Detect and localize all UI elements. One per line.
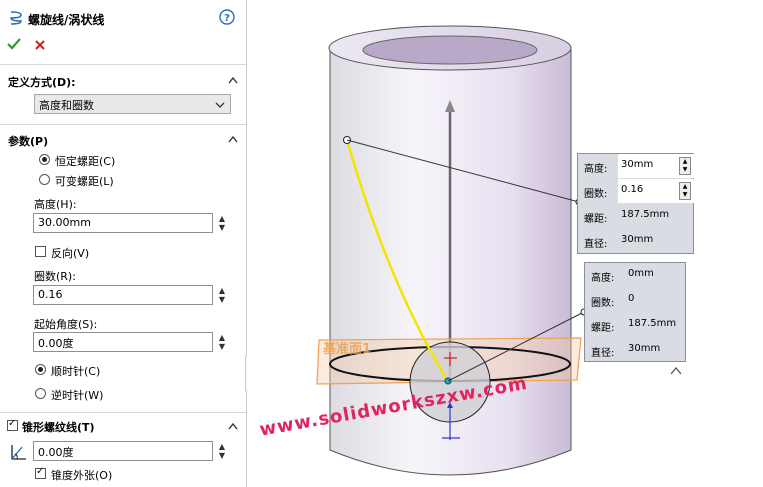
taper-outward-label: 锥度外张(O) — [51, 469, 113, 482]
height-spinner[interactable]: ▲ ▼ — [217, 214, 227, 232]
panel-title: 螺旋线/涡状线 — [28, 13, 105, 27]
constant-pitch-label: 恒定螺距(C) — [55, 155, 116, 168]
clockwise-radio[interactable] — [35, 364, 46, 375]
callout-row: 高度: 0mm — [585, 263, 685, 288]
check-icon[interactable] — [7, 38, 21, 50]
callout-label: 直径: — [584, 239, 608, 250]
reverse-checkbox[interactable] — [35, 246, 46, 257]
counterclockwise-radio[interactable] — [35, 388, 46, 399]
taper-checkbox[interactable] — [7, 418, 18, 431]
callout-label: 圈数: — [591, 298, 615, 309]
start-angle-spinner[interactable]: ▲ ▼ — [217, 333, 227, 351]
constant-pitch-radio[interactable] — [39, 154, 50, 165]
height-label: 高度(H): — [34, 198, 77, 211]
callout-row: 高度: 30mm ▲ ▼ — [578, 154, 694, 179]
helix-icon — [10, 11, 22, 25]
property-manager-panel: 螺旋线/涡状线 ? 定义方式(D): 高度和圈数 参数(P) 恒定螺距(C) 可… — [0, 0, 247, 487]
chevron-up-icon[interactable] — [670, 366, 682, 375]
chevron-up-icon[interactable] — [228, 134, 238, 144]
callout-value: 30mm — [628, 343, 661, 354]
callout-spinner[interactable]: ▲ ▼ — [679, 157, 691, 175]
callout-row: 直径: 30mm — [585, 338, 685, 363]
callout-value: 0mm — [628, 268, 654, 279]
taper-outward-checkbox[interactable] — [35, 466, 46, 479]
help-icon[interactable]: ? — [219, 9, 235, 25]
callout-row: 螺距: 187.5mm — [578, 204, 693, 229]
define-section-title[interactable]: 定义方式(D): — [8, 74, 76, 90]
start-angle-input[interactable]: 0.00度 — [33, 332, 213, 352]
callout-label: 圈数: — [584, 189, 608, 200]
taper-angle-icon — [11, 445, 26, 460]
callout-value: 187.5mm — [628, 318, 677, 329]
callout-start: 高度: 30mm ▲ ▼ 圈数: 0.16 ▲ ▼ 螺距: 187.5mm 直径: … — [577, 153, 694, 254]
chevron-up-icon[interactable] — [228, 75, 238, 85]
callout-row: 直径: 30mm — [578, 229, 693, 254]
variable-pitch-label: 可变螺距(L) — [55, 175, 114, 188]
callout-row: 圈数: 0 — [585, 288, 685, 313]
params-section-title[interactable]: 参数(P) — [8, 133, 48, 149]
define-by-select[interactable]: 高度和圈数 — [34, 94, 231, 114]
callout-spinner[interactable]: ▲ ▼ — [679, 182, 691, 200]
define-by-value: 高度和圈数 — [39, 99, 94, 112]
taper-angle-spinner[interactable]: ▲ ▼ — [217, 442, 227, 460]
variable-pitch-radio[interactable] — [39, 174, 50, 185]
callout-label: 高度: — [591, 273, 615, 284]
callout-value: 30mm — [621, 234, 654, 245]
close-icon[interactable] — [34, 39, 46, 51]
height-input[interactable]: 30.00mm — [33, 213, 213, 233]
callout-label: 高度: — [584, 164, 608, 175]
chevron-up-icon[interactable] — [228, 421, 238, 431]
callout-label: 螺距: — [591, 323, 615, 334]
callout-label: 直径: — [591, 348, 615, 359]
clockwise-label: 顺时针(C) — [51, 365, 101, 378]
taper-angle-input[interactable]: 0.00度 — [33, 441, 213, 461]
counterclockwise-label: 逆时针(W) — [51, 389, 104, 402]
callout-value: 187.5mm — [621, 209, 670, 220]
callout-label: 螺距: — [584, 214, 608, 225]
chevron-down-icon — [215, 102, 225, 108]
callout-row: 螺距: 187.5mm — [585, 313, 685, 338]
revolutions-spinner[interactable]: ▲ ▼ — [217, 286, 227, 304]
reverse-label: 反向(V) — [51, 247, 90, 260]
callout-value: 0 — [628, 293, 635, 304]
revolutions-label: 圈数(R): — [34, 270, 76, 283]
callout-row: 圈数: 0.16 ▲ ▼ — [578, 179, 694, 204]
taper-section-title[interactable]: 锥形螺纹线(T) — [22, 419, 95, 435]
revolutions-input[interactable]: 0.16 — [33, 285, 213, 305]
plane-label: 基准面1 — [323, 342, 372, 357]
start-angle-label: 起始角度(S): — [34, 318, 98, 331]
svg-text:?: ? — [224, 13, 230, 24]
cylinder-hole — [362, 35, 538, 65]
callout-end: 高度: 0mm 圈数: 0 螺距: 187.5mm 直径: 30mm — [584, 262, 686, 362]
